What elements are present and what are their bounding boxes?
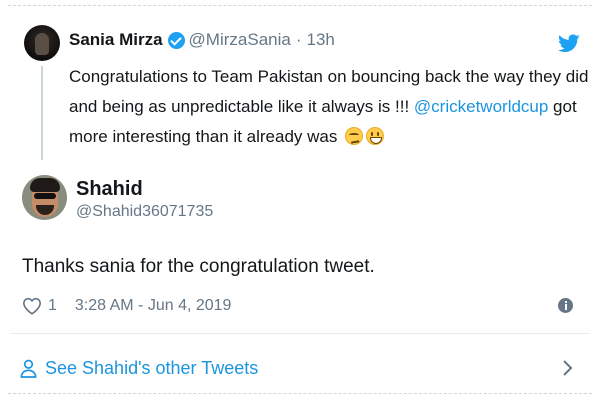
twitter-bird-icon[interactable] <box>558 34 580 53</box>
avatar-glasses <box>34 193 56 199</box>
tweet-timestamp[interactable]: 3:28 AM - Jun 4, 2019 <box>75 297 232 315</box>
parent-tweet-text: Congratulations to Team Pakistan on boun… <box>69 62 589 152</box>
avatar[interactable] <box>24 25 60 61</box>
heart-icon[interactable] <box>22 297 42 315</box>
author-handle[interactable]: @MirzaSania <box>189 30 291 50</box>
tweet-meta-bar: 1 3:28 AM - Jun 4, 2019 <box>22 294 578 318</box>
tweet-embed: Sania Mirza @MirzaSania · 13h Congratula… <box>0 0 600 400</box>
reply-author-name[interactable]: Shahid <box>76 178 143 201</box>
grinning-face-emoji <box>366 127 385 145</box>
footer-divider <box>10 333 590 334</box>
parent-tweet-header: Sania Mirza @MirzaSania · 13h <box>69 29 335 51</box>
person-icon <box>20 359 37 378</box>
author-name[interactable]: Sania Mirza <box>69 30 163 50</box>
reply-avatar[interactable] <box>22 175 67 220</box>
reply-author-handle[interactable]: @Shahid36071735 <box>76 203 213 221</box>
see-other-tweets-label[interactable]: See Shahid's other Tweets <box>45 358 258 379</box>
top-divider <box>8 5 592 6</box>
like-count[interactable]: 1 <box>48 297 57 315</box>
avatar-hair <box>30 178 60 192</box>
thread-connector-line <box>41 66 43 160</box>
avatar-figure <box>35 33 49 55</box>
tweet-time[interactable]: 13h <box>307 30 335 50</box>
verified-badge-icon <box>167 31 185 49</box>
smirking-face-emoji <box>345 127 364 145</box>
header-separator: · <box>295 30 302 49</box>
mention-link[interactable]: @cricketworldcup <box>414 97 548 116</box>
see-other-tweets-link[interactable]: See Shahid's other Tweets <box>20 352 580 384</box>
bottom-divider <box>8 393 592 394</box>
reply-tweet-text: Thanks sania for the congratulation twee… <box>22 256 375 277</box>
info-icon[interactable] <box>558 298 573 313</box>
chevron-right-icon[interactable] <box>562 359 574 377</box>
